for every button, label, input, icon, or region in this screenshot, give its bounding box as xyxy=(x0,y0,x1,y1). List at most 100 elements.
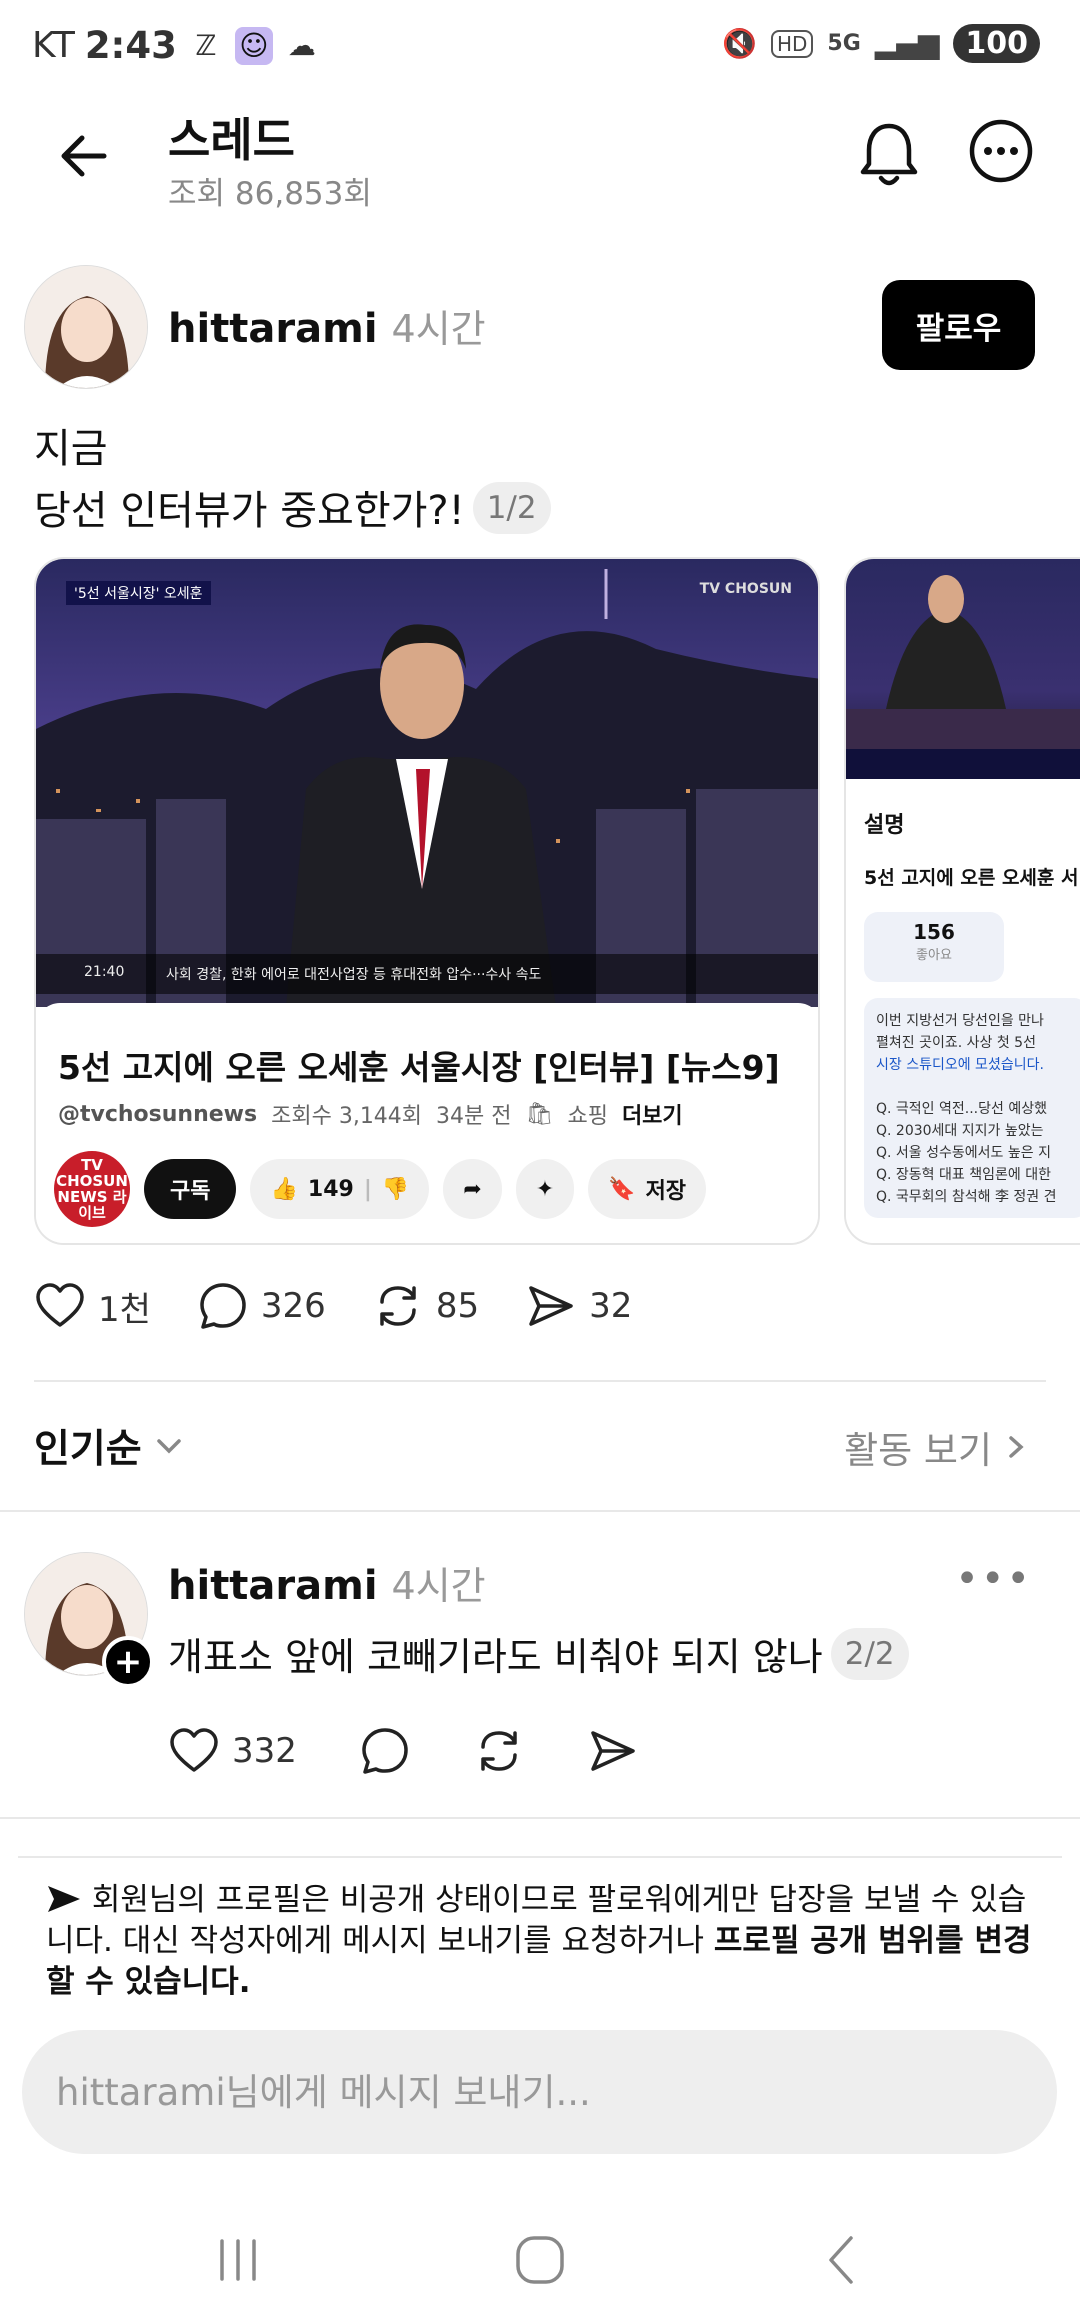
page-title: 스레드 xyxy=(168,113,295,167)
post-author-line: hittarami 4시간 xyxy=(168,298,486,353)
video-title: 5선 고지에 오른 오세훈 서울시장 [인터뷰] [뉴스9] xyxy=(58,1048,780,1087)
back-button[interactable] xyxy=(52,124,116,188)
avatar[interactable] xyxy=(24,265,148,389)
reply-actions: 332 xyxy=(168,1725,701,1777)
mute-icon: 🔇 xyxy=(722,27,757,60)
home-button[interactable] xyxy=(500,2228,580,2292)
app-notification-icon: ☁ xyxy=(287,29,316,62)
post-time: 4시간 xyxy=(391,307,486,351)
follow-button[interactable]: 팔로우 xyxy=(882,280,1035,370)
video-views: 조회수 3,144회 xyxy=(271,1104,423,1129)
reply-author-line: hittarami 4시간 xyxy=(168,1555,486,1610)
view-count: 조회 86,853회 xyxy=(168,176,372,212)
shopping-icon: 🛍 xyxy=(525,1101,554,1127)
chevron-left-icon xyxy=(829,2236,853,2284)
comment-button[interactable]: 326 xyxy=(197,1280,326,1332)
send-icon xyxy=(529,1286,573,1326)
description-line: Q. 2030세대 지지가 높았는 xyxy=(876,1123,1044,1139)
nav-back-button[interactable] xyxy=(802,2228,882,2292)
description-text: 이번 지방선거 당선인을 만나 펼쳐진 곳이죠. 사상 첫 5선 시장 스튜디오… xyxy=(864,998,1080,1218)
follow-plus-icon[interactable]: + xyxy=(102,1636,154,1688)
media-card-video[interactable]: '5선 서울시장' 오세훈 TV CHOSUN 21:40 사회 경찰, 한화 … xyxy=(34,557,820,1245)
system-nav-bar xyxy=(0,2200,1080,2316)
share-count: 32 xyxy=(589,1286,633,1326)
reply-text: 개표소 앞에 코빼기라도 비춰야 되지 않나 2/2 xyxy=(168,1626,909,1681)
hd-icon: HD xyxy=(770,29,814,58)
recents-icon xyxy=(220,2239,256,2281)
divider xyxy=(18,1856,1062,1858)
sort-label: 인기순 xyxy=(34,1427,142,1472)
subscribe-button: 구독 xyxy=(144,1159,237,1219)
share-button[interactable]: 32 xyxy=(525,1280,632,1332)
description-line: Q. 국무회의 참석해 李 정권 견 xyxy=(876,1189,1057,1205)
video-age: 34분 전 xyxy=(436,1104,512,1129)
private-profile-notice: 회원님의 프로필은 비공개 상태이므로 팔로워에게만 답장을 보낼 수 있습니다… xyxy=(46,1880,1036,2003)
heart-icon xyxy=(170,1728,218,1772)
like-count: 1천 xyxy=(98,1289,151,1330)
post-text-line: 지금 xyxy=(34,426,108,472)
reply-like-button[interactable]: 332 xyxy=(168,1725,297,1777)
reply-like-count: 332 xyxy=(232,1731,297,1771)
channel-avatar: TV CHOSUN NEWS 라이브 xyxy=(54,1151,130,1227)
video-meta: @tvchosunnews 조회수 3,144회 34분 전 🛍 쇼핑 더보기 xyxy=(58,1098,683,1130)
comment-count: 326 xyxy=(260,1286,326,1326)
battery-indicator: 100 xyxy=(953,24,1040,63)
likes-stat-value: 156 xyxy=(913,920,955,944)
description-line: Q. 극적인 역전...당선 예상했 xyxy=(876,1101,1047,1117)
view-activity-link[interactable]: 활동 보기 xyxy=(844,1420,1030,1474)
repost-icon xyxy=(481,1731,517,1771)
like-button[interactable]: 1천 xyxy=(34,1280,151,1332)
reply-text-body: 개표소 앞에 코빼기라도 비춰야 되지 않나 xyxy=(168,1635,823,1679)
back-arrow-icon xyxy=(61,135,107,177)
comment-icon xyxy=(200,1283,246,1329)
notifications-button[interactable] xyxy=(855,118,923,190)
reply-author-name[interactable]: hittarami xyxy=(168,1563,378,1609)
repost-button[interactable]: 85 xyxy=(372,1280,479,1332)
description-heading: 설명 xyxy=(864,813,905,838)
description-panel: 설명 5선 고지에 오른 오세훈 서 156 좋아요 이번 지방선거 당선인을 … xyxy=(846,783,1080,1243)
author-name[interactable]: hittarami xyxy=(168,306,378,352)
carrier: KT xyxy=(32,25,75,66)
reply-repost-button[interactable] xyxy=(473,1725,525,1777)
video-like-count: 149 xyxy=(307,1176,354,1202)
share-pill: ➦ xyxy=(443,1159,502,1219)
reply-comment-button[interactable] xyxy=(359,1725,411,1777)
video-thumbnail-2 xyxy=(846,559,1080,779)
reply-time: 4시간 xyxy=(391,1564,486,1608)
thumbs-up-icon: 👍 xyxy=(270,1176,298,1202)
heart-icon xyxy=(36,1283,84,1327)
thread-page-indicator: 1/2 xyxy=(472,482,551,534)
sort-dropdown[interactable]: 인기순 xyxy=(34,1418,186,1474)
description-line: Q. 장동혁 대표 책임론에 대한 xyxy=(876,1167,1051,1183)
network-icon: 5G xyxy=(827,31,861,56)
news-ticker: 사회 경찰, 한화 에어로 대전사업장 등 휴대전화 압수···수사 속도 xyxy=(166,967,542,983)
media-card-description[interactable]: 설명 5선 고지에 오른 오세훈 서 156 좋아요 이번 지방선거 당선인을 … xyxy=(844,557,1080,1245)
home-icon xyxy=(516,2236,564,2284)
reply-more-button[interactable]: ••• xyxy=(955,1556,1032,1602)
reply-share-button[interactable] xyxy=(587,1725,639,1777)
bell-icon xyxy=(860,123,918,186)
video-more-link: 더보기 xyxy=(621,1104,683,1129)
avatar-image xyxy=(25,266,147,388)
thumbs-down-icon: 👎 xyxy=(381,1176,410,1202)
comment-icon xyxy=(362,1728,408,1774)
likes-stat-label: 좋아요 xyxy=(916,948,952,963)
message-input[interactable] xyxy=(22,2030,1057,2154)
video-shopping: 쇼핑 xyxy=(567,1104,608,1129)
send-icon xyxy=(591,1731,635,1771)
more-options-button[interactable] xyxy=(968,118,1034,184)
post-text: 지금 당선 인터뷰가 중요한가?! 1/2 xyxy=(34,418,551,542)
thread-page-indicator: 2/2 xyxy=(830,1628,909,1680)
video-thumbnail[interactable]: '5선 서울시장' 오세훈 TV CHOSUN 21:40 사회 경찰, 한화 … xyxy=(36,559,818,1007)
divider xyxy=(0,1817,1080,1819)
send-filled-icon xyxy=(48,1886,80,1912)
bookmark-icon: 🔖 xyxy=(608,1176,636,1202)
repost-icon xyxy=(380,1286,416,1326)
video-scene-2 xyxy=(846,575,1080,779)
divider xyxy=(0,1510,1080,1512)
video-save-label: 저장 xyxy=(645,1179,687,1204)
share-arrow-icon: ➦ xyxy=(463,1176,482,1202)
clock: 2:43 xyxy=(84,24,177,67)
description-line: 이번 지방선거 당선인을 만나 xyxy=(876,1013,1044,1029)
recents-button[interactable] xyxy=(198,2228,278,2292)
